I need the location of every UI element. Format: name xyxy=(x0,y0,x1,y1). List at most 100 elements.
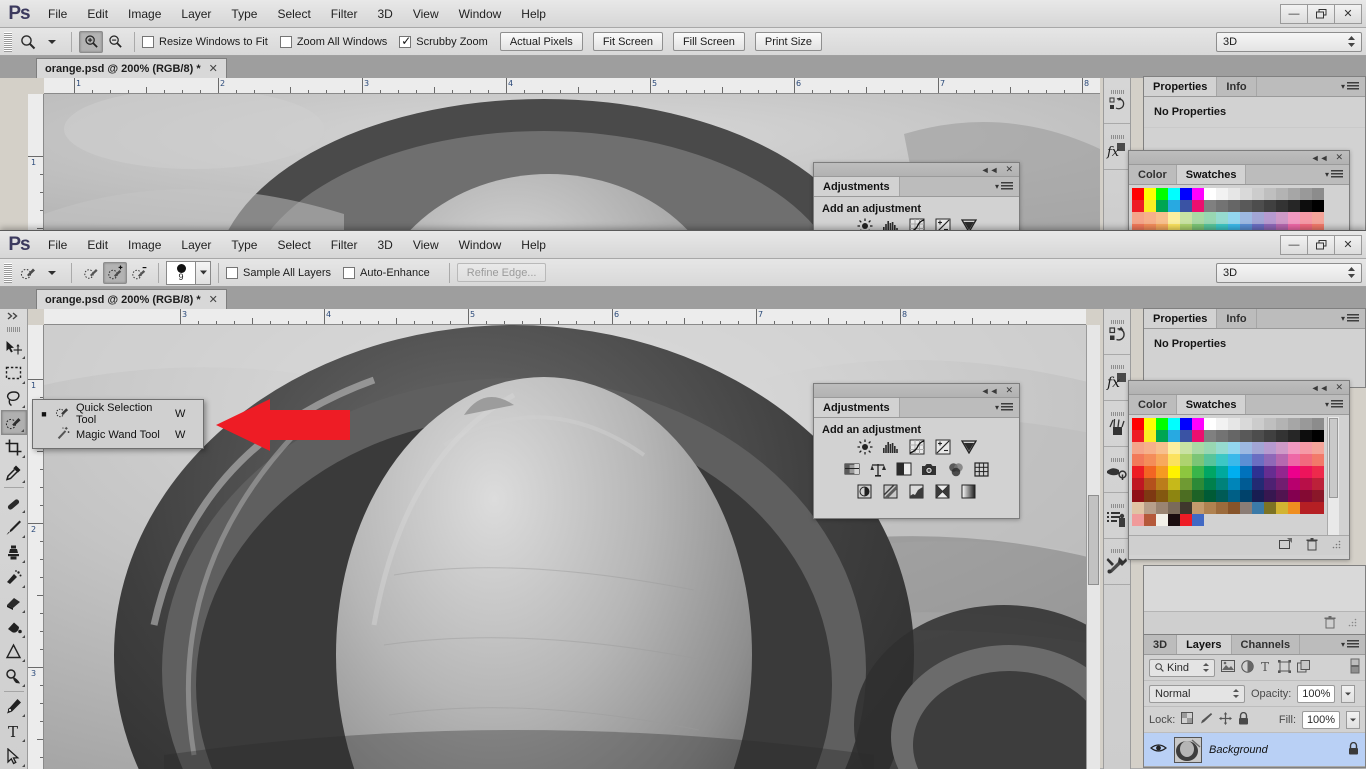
color-swatch[interactable] xyxy=(1216,502,1228,514)
color-swatch[interactable] xyxy=(1192,212,1204,224)
vibrance-icon[interactable] xyxy=(959,438,979,456)
dock-cell-layer-styles[interactable]: fx xyxy=(1104,124,1130,170)
checkbox-box[interactable] xyxy=(142,35,154,48)
tab-layers[interactable]: Layers xyxy=(1177,635,1232,654)
menu-bar-top[interactable]: File Edit Image Layer Type Select Filter… xyxy=(38,0,556,28)
color-swatch[interactable] xyxy=(1216,478,1228,490)
color-swatch[interactable] xyxy=(1288,200,1300,212)
color-swatch[interactable] xyxy=(1252,212,1264,224)
layer-filter-kind-select[interactable]: Kind xyxy=(1149,658,1215,677)
zoom-in-icon[interactable] xyxy=(79,30,103,53)
actual-pixels-button[interactable]: Actual Pixels xyxy=(499,32,583,51)
color-swatch[interactable] xyxy=(1216,418,1228,430)
toolbox-collapse[interactable] xyxy=(0,309,27,322)
layers-panel[interactable]: 3D Layers Channels ▾ Kind T Normal Opaci… xyxy=(1143,634,1366,768)
color-swatch[interactable] xyxy=(1300,212,1312,224)
properties-panel-active[interactable]: Properties Info ▾ No Properties xyxy=(1143,308,1366,388)
color-swatch[interactable] xyxy=(1252,502,1264,514)
tool-preset-chevron-down-icon[interactable] xyxy=(40,262,64,284)
color-swatch[interactable] xyxy=(1156,490,1168,502)
menu-bar-active[interactable]: File Edit Image Layer Type Select Filter… xyxy=(38,231,556,259)
color-swatch[interactable] xyxy=(1180,502,1192,514)
flyout-item-quick-selection-tool[interactable]: ■ Quick Selection Tool W xyxy=(33,402,203,426)
type-layer-filter-icon[interactable]: T xyxy=(1260,660,1272,676)
color-swatch[interactable] xyxy=(1204,442,1216,454)
tab-info[interactable]: Info xyxy=(1217,309,1257,328)
color-swatch[interactable] xyxy=(1276,478,1288,490)
photo-filter-icon[interactable] xyxy=(920,460,940,478)
color-swatch[interactable] xyxy=(1156,430,1168,442)
color-swatch[interactable] xyxy=(1168,490,1180,502)
menu-window[interactable]: Window xyxy=(449,3,512,25)
menu-view[interactable]: View xyxy=(403,234,449,256)
color-swatch[interactable] xyxy=(1168,478,1180,490)
color-swatch[interactable] xyxy=(1192,514,1204,526)
canvas-vertical-scrollbar[interactable] xyxy=(1086,325,1100,769)
hue-saturation-icon[interactable] xyxy=(842,460,862,478)
menu-type[interactable]: Type xyxy=(221,3,267,25)
color-swatch[interactable] xyxy=(1204,454,1216,466)
color-swatch[interactable] xyxy=(1300,478,1312,490)
trash-icon[interactable] xyxy=(1324,616,1336,632)
color-swatch[interactable] xyxy=(1192,200,1204,212)
color-swatch[interactable] xyxy=(1144,502,1156,514)
color-swatch[interactable] xyxy=(1312,418,1324,430)
tab-adjustments[interactable]: Adjustments xyxy=(814,177,900,196)
levels-icon[interactable] xyxy=(881,438,901,456)
horizontal-type-tool[interactable]: T xyxy=(1,719,27,744)
color-swatch[interactable] xyxy=(1192,490,1204,502)
color-swatch[interactable] xyxy=(1312,502,1324,514)
dock-grip[interactable] xyxy=(1110,365,1124,369)
tab-channels[interactable]: Channels xyxy=(1232,635,1301,654)
zoom-out-icon[interactable] xyxy=(103,31,127,53)
menu-help[interactable]: Help xyxy=(511,3,556,25)
flyout-item-magic-wand-tool[interactable]: Magic Wand Tool W xyxy=(33,424,203,445)
color-swatch[interactable] xyxy=(1204,478,1216,490)
color-swatch[interactable] xyxy=(1312,478,1324,490)
color-swatch[interactable] xyxy=(1204,466,1216,478)
menu-edit[interactable]: Edit xyxy=(77,3,118,25)
color-swatch[interactable] xyxy=(1228,442,1240,454)
panel-menu-icon[interactable] xyxy=(1331,170,1343,179)
color-swatch[interactable] xyxy=(1228,466,1240,478)
color-swatch[interactable] xyxy=(1312,442,1324,454)
dock-grip[interactable] xyxy=(1110,411,1124,416)
dock-cell-tool-presets[interactable] xyxy=(1104,539,1130,585)
checkbox-box[interactable] xyxy=(279,35,292,48)
color-swatch[interactable] xyxy=(1180,490,1192,502)
color-swatch[interactable] xyxy=(1156,418,1168,430)
color-swatch[interactable] xyxy=(1264,466,1276,478)
color-swatch[interactable] xyxy=(1180,466,1192,478)
color-swatch[interactable] xyxy=(1288,430,1300,442)
shape-layer-filter-icon[interactable] xyxy=(1278,659,1291,676)
color-swatch[interactable] xyxy=(1180,514,1192,526)
eye-icon[interactable] xyxy=(1150,742,1167,757)
color-swatch[interactable] xyxy=(1180,442,1192,454)
subtract-from-selection-icon[interactable] xyxy=(127,262,151,284)
dock-cell-actions[interactable] xyxy=(1104,493,1130,539)
color-swatch[interactable] xyxy=(1276,502,1288,514)
color-swatch[interactable] xyxy=(1252,430,1264,442)
eraser-tool[interactable] xyxy=(1,590,27,615)
lock-transparent-pixels-icon[interactable] xyxy=(1181,712,1194,727)
color-swatch[interactable] xyxy=(1240,454,1252,466)
lock-icon[interactable] xyxy=(1348,741,1359,758)
close-icon[interactable]: ✕ xyxy=(1005,385,1013,396)
color-swatch[interactable] xyxy=(1264,430,1276,442)
menu-layer[interactable]: Layer xyxy=(171,3,221,25)
menu-file[interactable]: File xyxy=(38,234,77,256)
menu-image[interactable]: Image xyxy=(118,3,171,25)
color-swatch[interactable] xyxy=(1216,442,1228,454)
color-swatch[interactable] xyxy=(1288,442,1300,454)
menu-file[interactable]: File xyxy=(38,3,77,25)
color-swatch[interactable] xyxy=(1156,502,1168,514)
color-swatch[interactable] xyxy=(1252,478,1264,490)
color-swatch[interactable] xyxy=(1240,442,1252,454)
color-swatch[interactable] xyxy=(1180,200,1192,212)
color-swatch[interactable] xyxy=(1144,466,1156,478)
color-swatch[interactable] xyxy=(1168,502,1180,514)
color-swatch[interactable] xyxy=(1192,502,1204,514)
color-swatch[interactable] xyxy=(1144,442,1156,454)
delete-swatch-icon[interactable] xyxy=(1306,537,1318,554)
fill-input[interactable]: 100% xyxy=(1302,710,1340,729)
